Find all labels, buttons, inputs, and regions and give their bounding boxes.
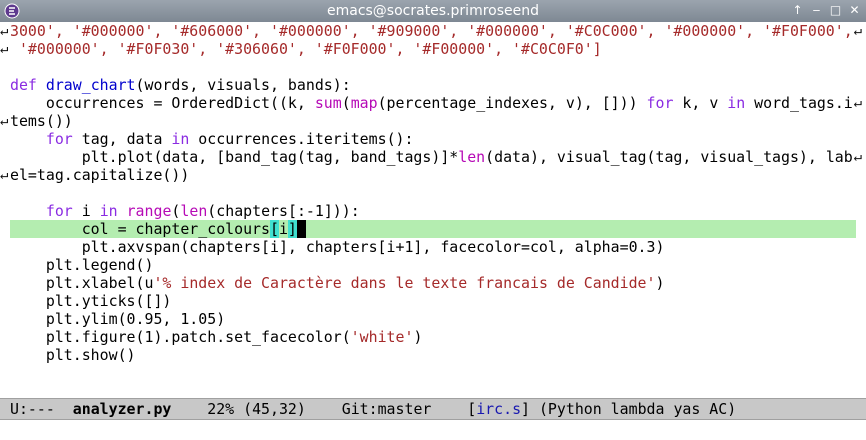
code-text: tems()) <box>10 112 73 130</box>
text-cursor <box>296 220 306 238</box>
menu-arrow-icon[interactable]: ↑ <box>790 3 805 18</box>
mode-line-text: U:--- analyzer.py 22% (45,32) Git:master… <box>10 400 737 418</box>
code-text: plt.axvspan(chapters[i], chapters[i+1], … <box>10 238 665 256</box>
wrap-icon: ↵ <box>0 23 9 39</box>
mode-line[interactable]: U:--- analyzer.py 22% (45,32) Git:master… <box>0 398 866 420</box>
minimize-icon[interactable]: ‒ <box>809 3 824 18</box>
code-line: plt.plot(data, [band_tag(tag, band_tags)… <box>0 148 866 166</box>
code-text: plt.figure(1).patch.set_facecolor('white… <box>10 328 423 346</box>
minibuffer[interactable] <box>0 420 866 440</box>
code-text: occurrences = OrderedDict((k, sum(map(pe… <box>10 94 853 112</box>
code-text: plt.xlabel(u'% index de Caractère dans l… <box>10 274 665 292</box>
wrap-icon: ↵ <box>0 113 9 129</box>
project-name: irc.s <box>476 400 522 418</box>
code-line: plt.xlabel(u'% index de Caractère dans l… <box>0 274 866 292</box>
code-text: for i in range(len(chapters[:-1])): <box>45 202 360 220</box>
code-text: def draw_chart(words, visuals, bands): <box>10 76 351 94</box>
cursor-position: 22% (45,32) Git:master <box>171 400 468 418</box>
code-line: plt.yticks([]) <box>0 292 866 310</box>
code-line: ↵ tems()) <box>0 112 866 130</box>
code-text: plt.plot(data, [band_tag(tag, band_tags)… <box>10 148 853 166</box>
code-text: el=tag.capitalize()) <box>10 166 190 184</box>
window-title: emacs@socrates.primroseend <box>326 3 540 19</box>
code-text: col = chapter_colours[i] <box>10 220 856 238</box>
code-text: plt.ylim(0.95, 1.05) <box>10 310 226 328</box>
code-line: ↵ '#000000', '#F0F030', '#306060', '#F0F… <box>0 40 866 58</box>
code-text: 3000', '#000000', '#606000', '#000000', … <box>10 22 853 40</box>
maximize-icon[interactable]: □ <box>828 3 843 18</box>
editor-area[interactable]: ↵ 3000', '#000000', '#606000', '#000000'… <box>0 22 866 398</box>
code-text: plt.yticks([]) <box>10 292 172 310</box>
wrap-icon: ↵ <box>0 167 9 183</box>
code-text: plt.legend() <box>10 256 154 274</box>
code-text: plt.show() <box>10 346 136 364</box>
code-line: for tag, data in occurrences.iteritems()… <box>0 130 866 148</box>
code-line: ↵ el=tag.capitalize()) <box>0 166 866 184</box>
buffer-name: analyzer.py <box>72 400 172 418</box>
wrap-icon: ↵ <box>853 149 862 165</box>
code-line: ↵ 3000', '#000000', '#606000', '#000000'… <box>0 22 866 40</box>
code-line: plt.ylim(0.95, 1.05) <box>0 310 866 328</box>
close-icon[interactable]: ✕ <box>847 3 862 18</box>
wrap-icon: ↵ <box>853 23 862 39</box>
buffer-state: U:--- <box>10 400 73 418</box>
code-line: for i in range(len(chapters[:-1])): <box>0 202 866 220</box>
code-text: '#000000', '#F0F030', '#306060', '#F0F00… <box>10 40 602 58</box>
wrap-icon: ↵ <box>853 95 862 111</box>
current-line: col = chapter_colours[i] <box>0 220 866 238</box>
window-controls: ↑ ‒ □ ✕ <box>790 3 862 19</box>
code-line: plt.show() <box>0 346 866 364</box>
code-text: for tag, data in occurrences.iteritems()… <box>45 130 414 148</box>
code-line: occurrences = OrderedDict((k, sum(map(pe… <box>0 94 866 112</box>
code-line: plt.axvspan(chapters[i], chapters[i+1], … <box>0 238 866 256</box>
major-mode: (Python lambda yas AC) <box>530 400 737 418</box>
code-line: plt.figure(1).patch.set_facecolor('white… <box>0 328 866 346</box>
code-line: plt.legend() <box>0 256 866 274</box>
wrap-icon: ↵ <box>0 41 9 57</box>
title-bar: emacs@socrates.primroseend ↑ ‒ □ ✕ <box>0 0 866 23</box>
code-line: def draw_chart(words, visuals, bands): <box>0 76 866 94</box>
